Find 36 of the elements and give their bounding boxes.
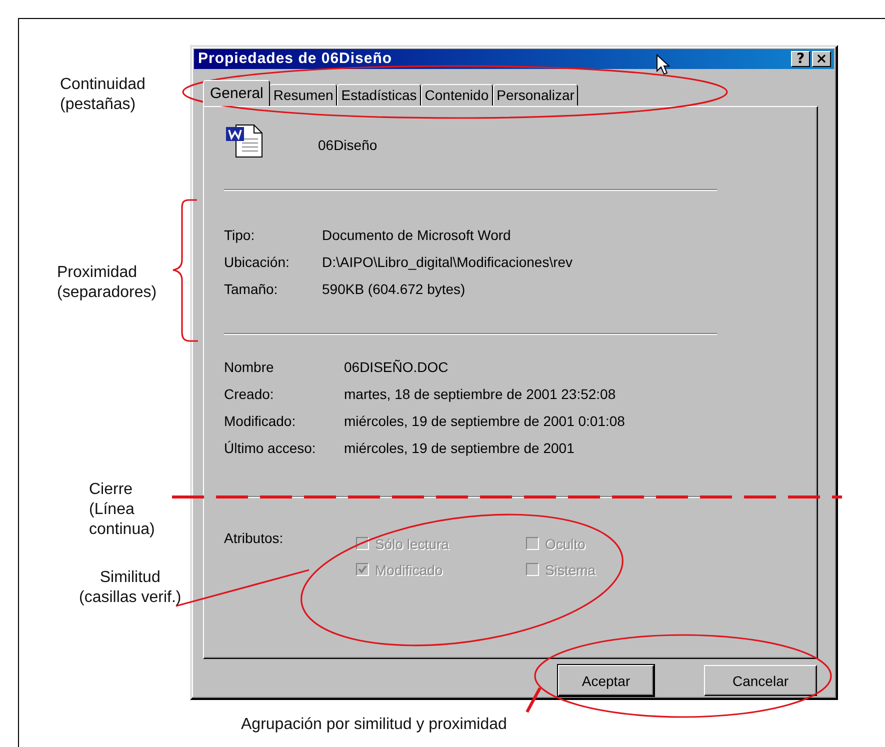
cancel-button[interactable]: Cancelar (704, 665, 817, 696)
field-value: 590KB (604.672 bytes) (322, 280, 466, 297)
mouse-cursor-icon (656, 54, 670, 76)
checkbox-label: Modificado (375, 562, 443, 578)
annotation-label: Cierre (Línea continua) (89, 480, 155, 540)
checkbox-label: Sólo lectura (375, 536, 449, 552)
annotation-label: Agrupación por similitud y proximidad (241, 715, 507, 735)
field-label: Nombre (224, 358, 275, 375)
field-label: Último acceso: (224, 440, 317, 456)
help-button[interactable]: ? (791, 50, 810, 67)
attributes-label: Atributos: (224, 530, 284, 548)
field-value: 06DISEÑO.DOC (344, 358, 450, 375)
field-label: Modificado: (224, 412, 297, 429)
field-value: miércoles, 19 de septiembre de 2001 (344, 440, 576, 456)
checkbox-label: Oculto (545, 536, 586, 552)
annotation-label: Proximidad (separadores) (57, 263, 157, 303)
tab[interactable]: Estadísticas (337, 84, 421, 106)
field-label: Creado: (224, 386, 275, 402)
close-button[interactable]: × (812, 50, 831, 67)
field-value: martes, 18 de septiembre de 2001 23:52:08 (344, 386, 617, 402)
annotation-label: Similitud (casillas verif.) (79, 568, 182, 608)
field-value: Documento de Microsoft Word (322, 226, 512, 243)
tab[interactable]: Personalizar (492, 84, 578, 106)
annotation-label: Continuidad (pestañas) (60, 75, 146, 115)
tab[interactable]: General (203, 80, 270, 106)
field-value: D:\AIPO\Libro_digital\Modificaciones\rev (322, 254, 574, 270)
tab[interactable]: Resumen (269, 84, 338, 106)
tab[interactable]: Contenido (420, 84, 493, 106)
file-name: 06Diseño (318, 136, 378, 153)
window-title: Propiedades de 06Diseño (198, 50, 392, 68)
field-label: Tipo: (224, 226, 256, 243)
ok-button[interactable]: Aceptar (558, 665, 654, 696)
field-label: Ubicación: (224, 254, 290, 270)
field-value: miércoles, 19 de septiembre de 2001 0:01:08 (344, 412, 626, 429)
field-label: Tamaño: (224, 280, 279, 297)
checkbox-label: Sistema (545, 562, 596, 578)
